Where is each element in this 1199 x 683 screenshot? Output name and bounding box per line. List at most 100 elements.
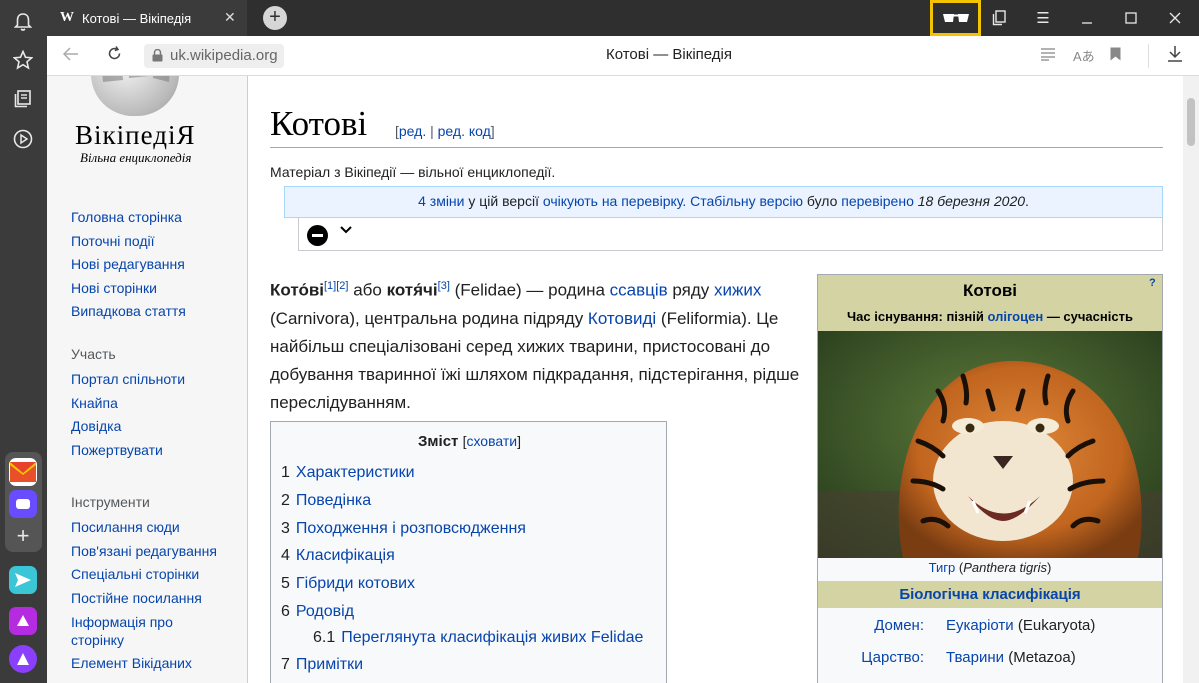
toc-title: Зміст [сховати] [418, 433, 521, 450]
nav-new-pages[interactable]: Нові сторінки [71, 277, 186, 301]
taxonomy-value: Еукаріоти (Eukaryota) [946, 617, 1096, 634]
tiger-image[interactable] [818, 331, 1162, 558]
pending-changes-notice: 4 зміни у цій версії очікують на перевір… [284, 186, 1163, 218]
title-divider [270, 147, 1163, 148]
toc-item[interactable]: 5 Гібриди котових [281, 575, 415, 593]
toc-item[interactable]: 2 Поведінка [281, 492, 371, 510]
toc-item[interactable]: 6 Родовід [281, 603, 354, 621]
browser-sidebar: + [0, 0, 47, 683]
toc-subitem[interactable]: 6.1 Переглянута класифікація живих Felida… [313, 629, 643, 647]
edit-source-link[interactable]: ред. код [438, 123, 491, 139]
tiger-link[interactable]: Тигр [929, 560, 956, 575]
infobox-help-link[interactable]: ? [1149, 277, 1156, 289]
mail-icon[interactable] [9, 458, 37, 486]
url-host: uk.wikipedia.org [170, 47, 278, 64]
svg-text:Ω: Ω [113, 76, 123, 80]
reload-icon[interactable] [107, 46, 122, 66]
taxonomy-key[interactable]: Царство: [818, 649, 924, 666]
music-icon[interactable] [9, 607, 37, 635]
new-tab-button[interactable]: + [263, 6, 287, 30]
biological-classification-link[interactable]: Біологічна класифікація [899, 586, 1080, 603]
pending-changes-link[interactable]: 4 зміни [418, 193, 464, 209]
divider [1148, 44, 1149, 68]
url-field[interactable]: uk.wikipedia.org [144, 44, 284, 68]
oligocene-link[interactable]: олігоцен [987, 309, 1043, 324]
minus-circle-icon[interactable] [307, 225, 328, 246]
maximize-icon[interactable] [1109, 0, 1153, 36]
nav-village-pump[interactable]: Кнайпа [71, 392, 185, 416]
nav-random-article[interactable]: Випадкова стаття [71, 300, 186, 324]
review-toggle-box [298, 218, 1163, 251]
article-title: Котові [270, 104, 368, 143]
infobox-header: Котові ? Час існування: пізній олігоцен … [818, 275, 1162, 331]
infobox-caption: Тигр (Panthera tigris) [928, 560, 1052, 575]
ref-2[interactable]: [2] [336, 280, 348, 292]
site-sub: Матеріал з Вікіпедії — вільної енциклопе… [270, 164, 556, 180]
send-icon[interactable] [9, 566, 37, 594]
bell-icon[interactable] [11, 10, 35, 34]
chevron-down-icon[interactable] [339, 222, 353, 239]
reading-list-icon[interactable] [1040, 46, 1056, 66]
participation-menu: Участь Портал спільноти Кнайпа Довідка П… [71, 346, 185, 462]
back-icon[interactable] [62, 46, 79, 66]
tab-active[interactable]: W Котові — Вікіпедія ✕ [47, 0, 247, 36]
alice-icon[interactable] [9, 645, 37, 673]
nav-donate[interactable]: Пожертвувати [71, 439, 185, 463]
infobox-classification-header: Біологічна класифікація [818, 581, 1162, 608]
tool-special-pages[interactable]: Спеціальні сторінки [71, 563, 221, 587]
tools-menu: Інструменти Посилання сюди Пов'язані ред… [71, 494, 221, 676]
reader-mode-button[interactable] [930, 0, 981, 36]
nav-current-events[interactable]: Поточні події [71, 230, 186, 254]
edit-link[interactable]: ред. [399, 123, 426, 139]
toc-item[interactable]: 1 Характеристики [281, 464, 415, 482]
link-feliformia[interactable]: Котовиді [588, 309, 656, 328]
tool-page-info[interactable]: Інформація про сторінку [71, 610, 221, 652]
toc-item[interactable]: 3 Походження і розповсюдження [281, 520, 526, 538]
scrollbar[interactable] [1183, 76, 1199, 683]
translate-icon[interactable]: Aあ [1073, 46, 1095, 65]
tool-what-links-here[interactable]: Посилання сюди [71, 516, 221, 540]
toc-item[interactable]: 7 Примітки [281, 656, 363, 674]
pending-review-link[interactable]: очікують на перевірку. [543, 193, 686, 209]
tabs-overview-icon[interactable] [977, 0, 1021, 36]
article: Котові [ред. | ред. код] Матеріал з Вікі… [247, 76, 1183, 683]
toc-item[interactable]: 4 Класифікація [281, 547, 395, 565]
bookmark-icon[interactable] [1110, 46, 1121, 66]
menu-icon[interactable]: ☰ [1021, 0, 1065, 36]
wikipedia-wordmark[interactable]: ВікіпедіЯ [75, 120, 195, 151]
glasses-icon [942, 14, 969, 22]
tab-close-icon[interactable]: ✕ [224, 9, 236, 26]
participation-header: Участь [71, 346, 116, 362]
wikipedia-tagline: Вільна енциклопедія [80, 150, 192, 165]
infobox-time-range: Час існування: пізній олігоцен — сучасні… [847, 309, 1133, 324]
close-window-icon[interactable] [1153, 0, 1197, 36]
minimize-icon[interactable] [1065, 0, 1109, 36]
checked-link[interactable]: перевірено [841, 193, 914, 209]
collections-icon[interactable] [11, 87, 35, 111]
stable-version-link[interactable]: Стабільну версію [690, 193, 803, 209]
taxonomy-value: Тварини (Metazoa) [946, 649, 1076, 666]
tool-related-changes[interactable]: Пов'язані редагування [71, 540, 221, 564]
nav-community-portal[interactable]: Портал спільноти [71, 368, 185, 392]
ref-1[interactable]: [1] [324, 280, 336, 292]
download-icon[interactable] [1168, 46, 1182, 67]
infobox: Котові ? Час існування: пізній олігоцен … [817, 274, 1163, 683]
play-icon[interactable] [11, 127, 35, 151]
messenger-icon[interactable] [9, 490, 37, 518]
scrollbar-thumb[interactable] [1187, 98, 1195, 146]
link-carnivora[interactable]: хижих [714, 281, 761, 300]
tool-wikidata-item[interactable]: Елемент Вікіданих [71, 652, 221, 676]
link-mammals[interactable]: ссавців [610, 281, 668, 300]
toc-hide-link[interactable]: сховати [466, 433, 517, 449]
wikipedia-globe-logo[interactable]: ΩWע [91, 76, 179, 116]
taxonomy-key[interactable]: Домен: [818, 617, 924, 634]
nav-help[interactable]: Довідка [71, 415, 185, 439]
nav-recent-changes[interactable]: Нові редагування [71, 253, 186, 277]
ref-3[interactable]: [3] [438, 280, 450, 292]
add-icon[interactable]: + [11, 523, 35, 548]
star-icon[interactable] [11, 48, 35, 72]
tool-permanent-link[interactable]: Постійне посилання [71, 587, 221, 611]
web-content: ΩWע ВікіпедіЯ Вільна енциклопедія Головн… [47, 76, 1183, 683]
nav-main-page[interactable]: Головна сторінка [71, 206, 186, 230]
lock-icon [152, 49, 163, 62]
